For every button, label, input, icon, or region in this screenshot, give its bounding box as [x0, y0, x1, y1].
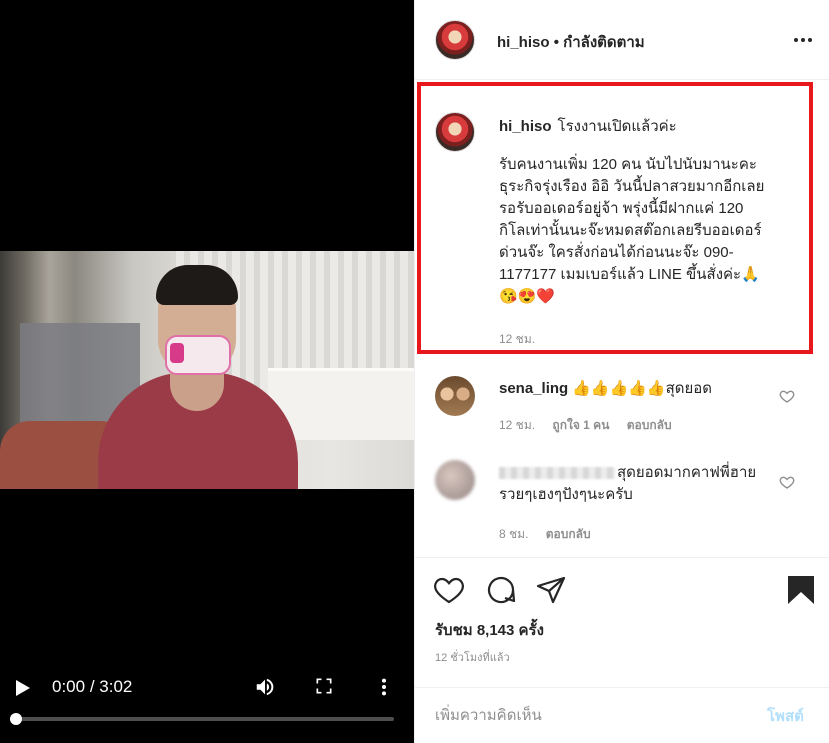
- comment-likes[interactable]: ถูกใจ 1 คน: [552, 418, 609, 432]
- like-icon[interactable]: [433, 574, 465, 606]
- volume-icon[interactable]: [254, 676, 276, 698]
- comment-time: 12 ชม.: [499, 418, 536, 432]
- like-comment-icon[interactable]: [779, 388, 795, 404]
- caption-header: hi_hiso โรงงานเปิดแล้วค่ะ: [499, 114, 677, 138]
- post-header: hi_hiso • กำลังติดตาม: [415, 0, 829, 80]
- comment-meta: 8 ชม. ตอบกลับ: [499, 525, 605, 544]
- video-progress-bar[interactable]: [10, 713, 394, 725]
- reply-button[interactable]: ตอบกลับ: [627, 418, 672, 432]
- header-separator: •: [553, 34, 559, 51]
- comment-input[interactable]: [435, 702, 735, 728]
- bookmark-icon[interactable]: [785, 574, 817, 606]
- blurred-username[interactable]: [499, 467, 615, 480]
- comment-text: สุดยอดมากคาฟพี่ฮาย รวยๆเฮงๆปังๆนะครับ: [499, 462, 779, 506]
- avatar[interactable]: [435, 460, 475, 500]
- progress-knob[interactable]: [10, 713, 22, 725]
- header-user: hi_hiso • กำลังติดตาม: [497, 30, 645, 54]
- header-username[interactable]: hi_hiso: [497, 34, 550, 51]
- follow-status[interactable]: กำลังติดตาม: [563, 34, 645, 51]
- video-frame[interactable]: [0, 251, 414, 489]
- avatar[interactable]: [435, 20, 475, 60]
- more-options-icon[interactable]: [793, 30, 813, 50]
- caption-username[interactable]: hi_hiso: [499, 118, 552, 135]
- video-person-hair: [156, 265, 238, 305]
- video-time: 0:00 / 3:02: [52, 677, 132, 697]
- fullscreen-icon[interactable]: [314, 676, 334, 696]
- post-actions: รับชม 8,143 ครั้ง 12 ชั่วโมงที่แล้ว: [415, 557, 829, 687]
- avatar[interactable]: [435, 112, 475, 152]
- video-mask-logo: [170, 343, 184, 363]
- post-timestamp: 12 ชั่วโมงที่แล้ว: [435, 652, 510, 664]
- share-icon[interactable]: [535, 574, 567, 606]
- comment-text: sena_ling 👍👍👍👍👍สุดยอด: [499, 378, 779, 400]
- comment-username[interactable]: sena_ling: [499, 380, 568, 397]
- post-button[interactable]: โพสต์: [767, 704, 804, 728]
- play-icon[interactable]: [12, 678, 32, 698]
- video-player[interactable]: 0:00 / 3:02: [0, 0, 414, 743]
- caption-title: โรงงานเปิดแล้วค่ะ: [557, 118, 677, 135]
- view-count[interactable]: รับชม 8,143 ครั้ง: [435, 618, 544, 642]
- comment-body: 👍👍👍👍👍สุดยอด: [572, 380, 713, 397]
- more-options-icon[interactable]: [376, 676, 392, 698]
- post-sidebar: hi_hiso • กำลังติดตาม hi_hiso โรงงานเปิดแ…: [414, 0, 829, 743]
- add-comment-bar: โพสต์: [415, 687, 829, 743]
- reply-button[interactable]: ตอบกลับ: [546, 527, 591, 541]
- video-controls: 0:00 / 3:02: [0, 668, 414, 743]
- caption-text: รับคนงานเพิ่ม 120 คน นับไปนับมานะคะ ธุระ…: [499, 156, 765, 305]
- avatar[interactable]: [435, 376, 475, 416]
- time-current: 0:00: [52, 677, 86, 696]
- comment-icon[interactable]: [485, 574, 517, 606]
- comment-meta: 12 ชม. ถูกใจ 1 คน ตอบกลับ: [499, 416, 686, 435]
- time-separator: /: [89, 677, 95, 696]
- caption-time: 12 ชม.: [499, 332, 536, 346]
- time-total: 3:02: [99, 677, 133, 696]
- like-comment-icon[interactable]: [779, 474, 795, 490]
- comment-time: 8 ชม.: [499, 527, 529, 541]
